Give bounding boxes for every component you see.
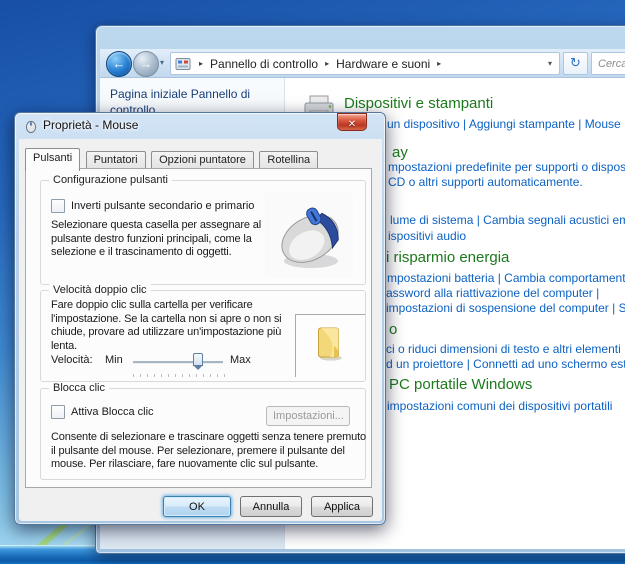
link-fragment[interactable]: mpostazioni batteria | Cambia comportame… (387, 271, 625, 285)
group-label: Blocca clic (49, 382, 109, 394)
link-fragment[interactable]: lume di sistema | Cambia segnali acustic… (390, 213, 625, 227)
slider-ticks (133, 374, 225, 377)
speed-label: Velocità: (51, 354, 93, 366)
double-click-test-area (295, 314, 365, 377)
checkbox-label: Attiva Blocca clic (71, 406, 154, 418)
breadcrumb-item-control-panel[interactable]: Pannello di controllo (208, 57, 320, 71)
double-click-speed-slider[interactable] (133, 353, 223, 371)
invert-buttons-checkbox[interactable]: Inverti pulsante secondario e primario (51, 199, 254, 213)
apply-button[interactable]: Applica (311, 496, 373, 517)
forward-icon: → (140, 56, 153, 71)
explorer-titlebar[interactable] (100, 29, 625, 49)
checkbox-box[interactable] (51, 405, 65, 419)
link-fragment[interactable]: assword alla riattivazione del computer … (386, 286, 599, 300)
refresh-button[interactable]: ↻ (563, 52, 588, 75)
group-label: Configurazione pulsanti (49, 174, 172, 186)
clicklock-checkbox[interactable]: Attiva Blocca clic (51, 405, 154, 419)
desktop: ← → ▾ ▸ Pannello di controllo ▸ H (0, 0, 625, 564)
link-fragment[interactable]: impostazioni comuni dei dispositivi port… (387, 399, 612, 413)
search-placeholder: Cerca (592, 58, 625, 70)
link-fragment[interactable]: un dispositivo | Aggiungi stampante | Mo… (387, 117, 621, 131)
close-icon: ✕ (348, 119, 356, 130)
link-fragment[interactable]: impostazioni di sospensione del computer… (386, 301, 625, 315)
dialog-titlebar[interactable]: Proprietà - Mouse ✕ (15, 113, 385, 139)
tab-panel-pulsanti: Configurazione pulsanti Inverti pulsante… (25, 168, 372, 488)
section-heading-fragment[interactable]: ay (392, 144, 408, 161)
slider-min-label: Min (105, 354, 123, 366)
section-heading-fragment[interactable]: PC portatile Windows (389, 376, 532, 393)
search-input[interactable]: Cerca (591, 52, 625, 75)
tab-pulsanti[interactable]: Pulsanti (25, 148, 80, 171)
double-click-description: Fare doppio clic sulla cartella per veri… (51, 299, 303, 353)
mouse-icon (24, 119, 38, 134)
breadcrumb: ▸ Pannello di controllo ▸ Hardware e suo… (170, 52, 560, 75)
control-panel-icon (175, 56, 191, 72)
checkbox-box[interactable] (51, 199, 65, 213)
close-button[interactable]: ✕ (337, 113, 367, 131)
group-configurazione-pulsanti: Configurazione pulsanti Inverti pulsante… (40, 180, 366, 285)
crumb-arrow-icon: ▸ (320, 59, 334, 68)
dialog-client: Pulsanti Puntatori Opzioni puntatore Rot… (19, 139, 382, 521)
section-heading-fragment[interactable]: o (389, 321, 397, 338)
tab-strip: Pulsanti Puntatori Opzioni puntatore Rot… (25, 148, 382, 169)
explorer-navbar: ← → ▾ ▸ Pannello di controllo ▸ H (100, 49, 625, 78)
clicklock-description: Consente di selezionare e trascinare ogg… (51, 431, 369, 472)
clicklock-settings-button[interactable]: Impostazioni... (266, 406, 350, 426)
breadcrumb-item-hardware-sound[interactable]: Hardware e suoni (334, 57, 432, 71)
history-dropdown-icon[interactable]: ▾ (160, 58, 164, 67)
dialog-title: Proprietà - Mouse (43, 118, 138, 132)
link-fragment[interactable]: d un proiettore | Connetti ad uno scherm… (386, 357, 625, 371)
group-label: Velocità doppio clic (49, 284, 151, 296)
crumb-arrow-icon: ▸ (194, 59, 208, 68)
link-fragment[interactable]: mpostazioni predefinite per supporti o d… (388, 160, 625, 174)
breadcrumb-dropdown-icon[interactable]: ▾ (548, 59, 559, 68)
section-heading-devices-printers[interactable]: Dispositivi e stampanti (344, 95, 493, 112)
back-button[interactable]: ← (106, 51, 132, 77)
refresh-icon: ↻ (570, 55, 581, 70)
link-fragment[interactable]: ispositivi audio (388, 229, 466, 243)
slider-thumb[interactable] (193, 353, 203, 366)
crumb-arrow-icon: ▸ (432, 59, 446, 68)
checkbox-label: Inverti pulsante secondario e primario (71, 200, 254, 212)
mouse-image (265, 193, 353, 278)
ok-button[interactable]: OK (163, 496, 231, 517)
test-folder-icon[interactable] (316, 326, 344, 362)
forward-button[interactable]: → (133, 51, 159, 77)
section-heading-fragment[interactable]: i risparmio energia (386, 249, 509, 266)
group-blocca-clic: Blocca clic Attiva Blocca clic Impostazi… (40, 388, 366, 480)
slider-track[interactable] (133, 361, 223, 364)
group-velocita-doppio-clic: Velocità doppio clic Fare doppio clic su… (40, 290, 366, 382)
back-icon: ← (113, 56, 126, 71)
mouse-properties-dialog: Proprietà - Mouse ✕ Pulsanti Puntatori O… (14, 112, 386, 525)
link-fragment[interactable]: ci o riduci dimensioni di testo e altri … (386, 342, 625, 356)
slider-max-label: Max (230, 354, 251, 366)
dialog-button-row: OK Annulla Applica (19, 496, 373, 517)
link-fragment[interactable]: CD o altri supporti automaticamente. (388, 175, 583, 189)
config-description: Selezionare questa casella per assegnare… (51, 219, 269, 260)
cancel-button[interactable]: Annulla (240, 496, 302, 517)
